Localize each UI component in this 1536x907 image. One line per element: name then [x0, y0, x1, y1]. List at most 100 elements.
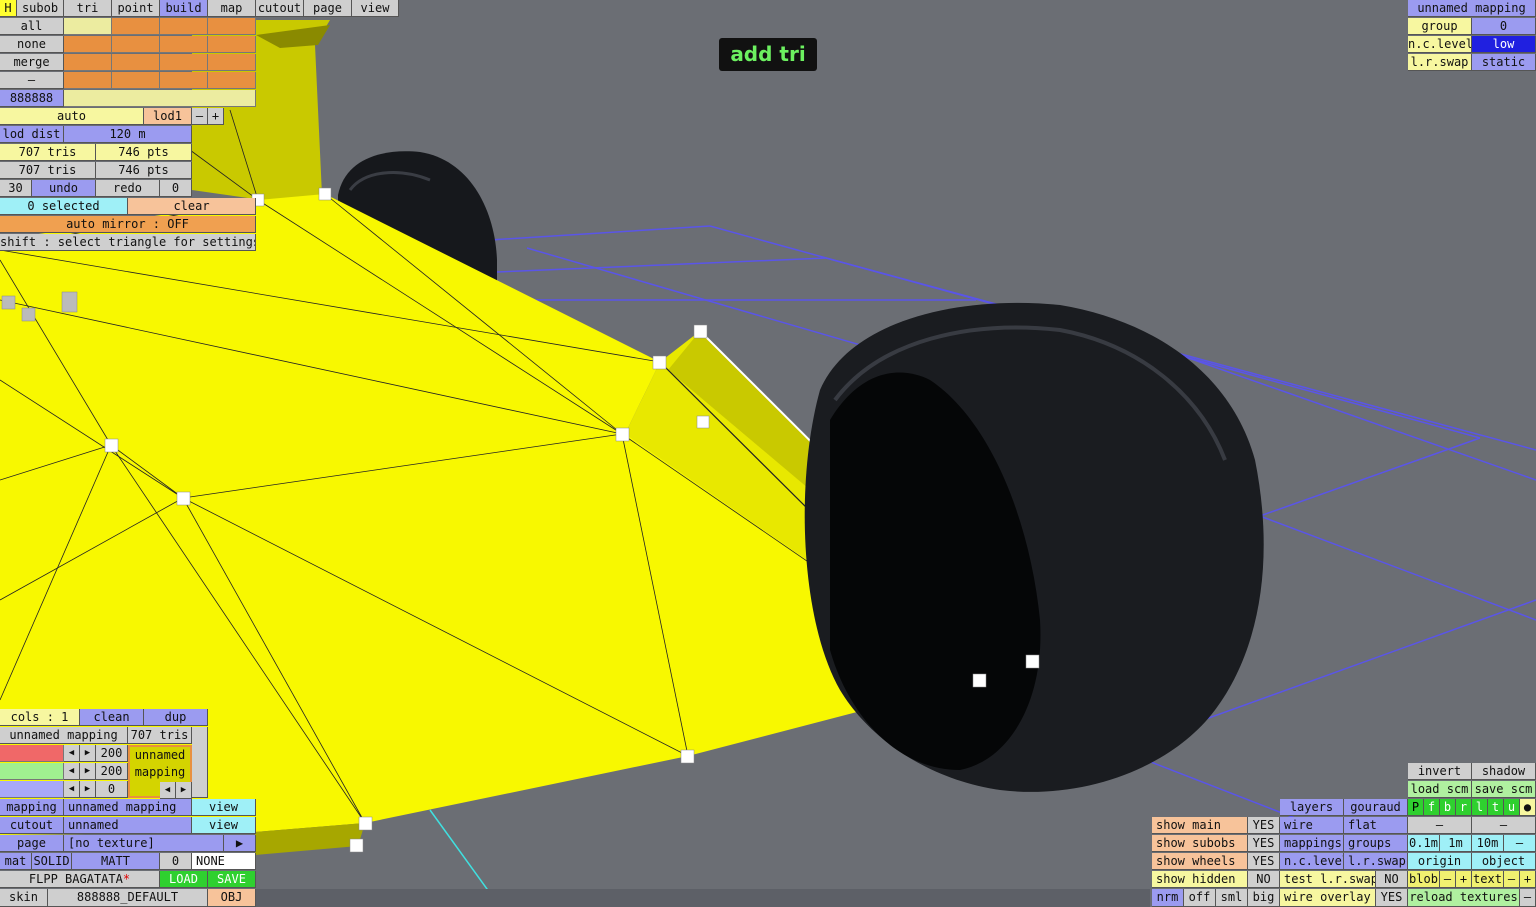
- group-value[interactable]: 0: [1472, 18, 1536, 35]
- show-wheels-value[interactable]: YES: [1248, 853, 1280, 870]
- lod-select[interactable]: lod1: [144, 108, 192, 125]
- show-hidden-value[interactable]: NO: [1248, 871, 1280, 888]
- flag-t[interactable]: t: [1488, 799, 1504, 816]
- value-1[interactable]: 200: [96, 745, 128, 762]
- reload-textures-button[interactable]: reload textures: [1408, 889, 1520, 907]
- color-swatch[interactable]: [64, 18, 112, 35]
- clear-selection-button[interactable]: clear: [128, 198, 256, 215]
- mat-none[interactable]: NONE: [192, 853, 256, 870]
- lod-plus-button[interactable]: +: [208, 108, 224, 125]
- mapping-value[interactable]: unnamed mapping: [64, 799, 192, 816]
- tab-page[interactable]: page: [304, 0, 352, 17]
- dash-button-1[interactable]: –: [1408, 817, 1472, 834]
- blob-minus-button[interactable]: –: [1440, 871, 1456, 888]
- right-arrow-icon[interactable]: ▶: [80, 745, 96, 762]
- lod-minus-button[interactable]: –: [192, 108, 208, 125]
- color-swatch[interactable]: [64, 36, 112, 53]
- big-button[interactable]: big: [1248, 889, 1280, 907]
- show-main-label[interactable]: show main: [1152, 817, 1248, 834]
- flat-button[interactable]: flat: [1344, 817, 1408, 834]
- flag-u[interactable]: u: [1504, 799, 1520, 816]
- tab-point[interactable]: point: [112, 0, 160, 17]
- flag-p[interactable]: P: [1408, 799, 1424, 816]
- object-button[interactable]: object: [1472, 853, 1536, 870]
- off-button[interactable]: off: [1184, 889, 1216, 907]
- cutout-value[interactable]: unnamed: [64, 817, 192, 834]
- load-button[interactable]: LOAD: [160, 871, 208, 888]
- tab-build[interactable]: build: [160, 0, 208, 17]
- select-all-button[interactable]: all: [0, 18, 64, 35]
- mapping-view-button[interactable]: view: [192, 799, 256, 816]
- lod-dist-value[interactable]: 120 m: [64, 126, 192, 143]
- save-button[interactable]: SAVE: [208, 871, 256, 888]
- layers-button[interactable]: layers: [1280, 799, 1344, 816]
- dash-button-2[interactable]: –: [1472, 817, 1536, 834]
- nc-level-value[interactable]: low: [1472, 36, 1536, 53]
- solid-button[interactable]: SOLID: [32, 853, 72, 870]
- clean-button[interactable]: clean: [80, 709, 144, 726]
- left-arrow-icon[interactable]: ◀: [64, 763, 80, 780]
- step-10m[interactable]: 10m: [1472, 835, 1504, 852]
- dash-button[interactable]: –: [0, 72, 64, 89]
- color-swatch[interactable]: [160, 54, 208, 71]
- green-slider[interactable]: [0, 763, 64, 780]
- right-arrow-icon[interactable]: ▶: [80, 763, 96, 780]
- lr-swap-value[interactable]: static: [1472, 54, 1536, 71]
- color-swatch[interactable]: [208, 36, 256, 53]
- viewport-3d[interactable]: [0, 0, 1536, 907]
- color-swatch[interactable]: [112, 54, 160, 71]
- blob-plus-button[interactable]: +: [1456, 871, 1472, 888]
- text-minus-button[interactable]: –: [1504, 871, 1520, 888]
- tab-cutout[interactable]: cutout: [256, 0, 304, 17]
- flag-r[interactable]: r: [1456, 799, 1472, 816]
- undo-button[interactable]: undo: [32, 180, 96, 197]
- redo-button[interactable]: redo: [96, 180, 160, 197]
- left-arrow-icon[interactable]: ◀: [64, 781, 80, 798]
- tab-subob[interactable]: subob: [17, 0, 64, 17]
- color-swatch[interactable]: [160, 18, 208, 35]
- wire-overlay-value[interactable]: YES: [1376, 889, 1408, 907]
- flag-l[interactable]: l: [1472, 799, 1488, 816]
- color-swatch[interactable]: [64, 54, 112, 71]
- dot-icon[interactable]: ●: [1520, 799, 1536, 816]
- color-swatch[interactable]: [112, 72, 160, 89]
- lr-swap-button[interactable]: l.r.swap: [1344, 853, 1408, 870]
- page-value[interactable]: [no texture]: [64, 835, 224, 852]
- page-play-icon[interactable]: ▶: [224, 835, 256, 852]
- show-main-value[interactable]: YES: [1248, 817, 1280, 834]
- flag-b[interactable]: b: [1440, 799, 1456, 816]
- skin-value[interactable]: 888888_DEFAULT: [48, 889, 208, 907]
- wire-button[interactable]: wire: [1280, 817, 1344, 834]
- shadow-button[interactable]: shadow: [1472, 763, 1536, 780]
- reload-minus-button[interactable]: –: [1520, 889, 1536, 907]
- color-swatch[interactable]: [208, 72, 256, 89]
- nc-level-button[interactable]: n.c.level: [1280, 853, 1344, 870]
- show-subobs-label[interactable]: show subobs: [1152, 835, 1248, 852]
- auto-mirror-toggle[interactable]: auto mirror : OFF: [0, 216, 256, 233]
- left-arrow-icon[interactable]: ◀: [160, 782, 176, 799]
- right-arrow-icon[interactable]: ▶: [80, 781, 96, 798]
- dup-button[interactable]: dup: [144, 709, 208, 726]
- blue-slider[interactable]: [0, 781, 64, 798]
- invert-button[interactable]: invert: [1408, 763, 1472, 780]
- save-scm-button[interactable]: save scm: [1472, 781, 1536, 798]
- sml-button[interactable]: sml: [1216, 889, 1248, 907]
- color-code[interactable]: 888888: [0, 90, 64, 107]
- load-scm-button[interactable]: load scm: [1408, 781, 1472, 798]
- cutout-view-button[interactable]: view: [192, 817, 256, 834]
- test-lr-swap-value[interactable]: NO: [1376, 871, 1408, 888]
- mappings-button[interactable]: mappings: [1280, 835, 1344, 852]
- tab-map[interactable]: map: [208, 0, 256, 17]
- step-01m[interactable]: 0.1m: [1408, 835, 1440, 852]
- value-3[interactable]: 0: [96, 781, 128, 798]
- groups-button[interactable]: groups: [1344, 835, 1408, 852]
- home-button[interactable]: H: [0, 0, 17, 17]
- color-swatch[interactable]: [208, 54, 256, 71]
- right-arrow-icon[interactable]: ▶: [176, 782, 192, 799]
- mapping-title[interactable]: unnamed mapping: [1408, 0, 1536, 17]
- step-1m[interactable]: 1m: [1440, 835, 1472, 852]
- color-swatch[interactable]: [160, 72, 208, 89]
- scrollbar[interactable]: [192, 727, 208, 798]
- step-minus[interactable]: –: [1504, 835, 1536, 852]
- matt-button[interactable]: MATT: [72, 853, 160, 870]
